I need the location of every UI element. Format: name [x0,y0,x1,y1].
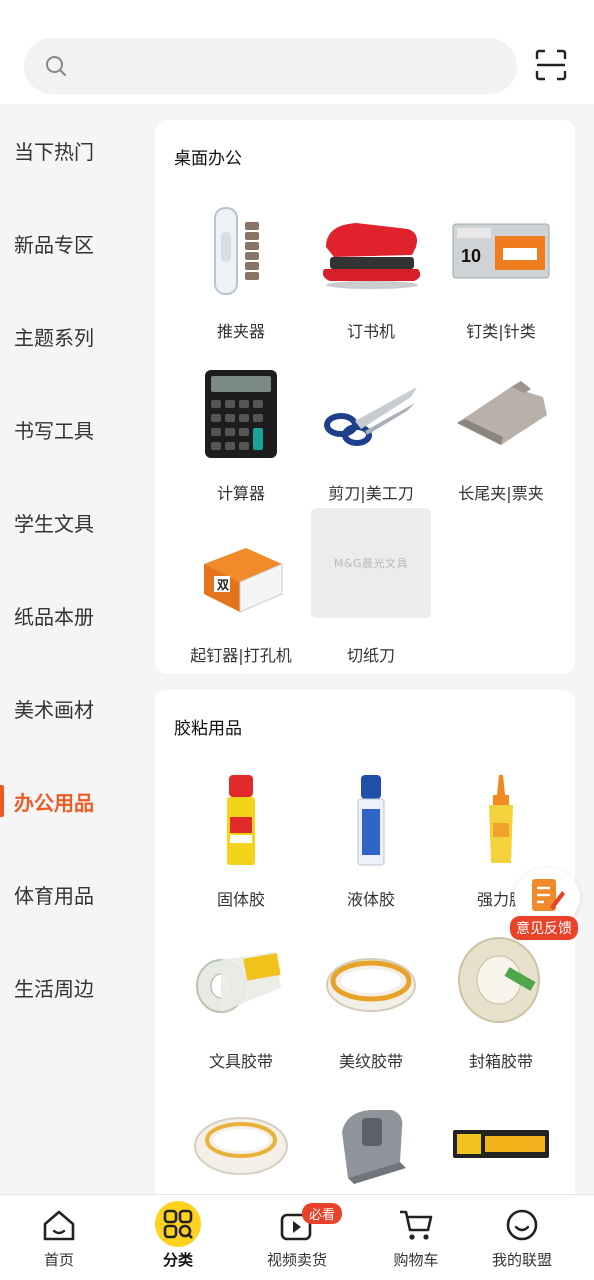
category-sidebar: 当下热门 新品专区 主题系列 书写工具 学生文具 纸品本册 美术画材 办公用品 … [0,104,140,1194]
feedback-label: 意见反馈 [510,916,578,940]
header [0,0,594,104]
search-icon [46,56,66,76]
smile-icon [504,1207,540,1243]
category-item-label: 长尾夹|票夹 [458,484,544,503]
nav-label: 我的联盟 [491,1251,552,1269]
category-item[interactable]: 订书机 [301,196,431,356]
category-item[interactable]: 剪刀|美工刀 [301,358,431,518]
category-item[interactable]: 计算器 [171,358,301,518]
cart-icon [398,1207,434,1243]
category-item-label: 切纸刀 [346,646,395,665]
sidebar-item-theme[interactable]: 主题系列 [0,306,140,366]
svg-text:双: 双 [217,578,229,592]
packing-tape-icon [441,926,561,1038]
must-see-badge: 必看 [302,1203,343,1224]
category-item-label: 推夹器 [216,322,265,341]
category-item[interactable]: 液体胶 [301,764,431,924]
nav-label: 购物车 [393,1251,439,1269]
feedback-button[interactable]: 意见反馈 [508,868,586,940]
stapler-icon [311,196,431,308]
super-glue-icon [441,764,561,876]
double-sided-tape-icon [181,1088,301,1200]
category-item-label: 钉类|针类 [466,322,536,341]
category-item-label: 封箱胶带 [468,1052,533,1071]
bottom-navigation: 首页 分类 视频卖货 必看 购物车 我的联盟 [0,1194,594,1280]
home-icon [41,1207,77,1243]
nav-category[interactable]: 分类 [123,1195,233,1280]
placeholder-watermark: M&G晨光文具 [333,557,409,570]
masking-tape-icon [311,926,431,1038]
sidebar-item-writing[interactable]: 书写工具 [0,399,140,459]
nav-label: 分类 [162,1251,193,1269]
sidebar-item-life[interactable]: 生活周边 [0,957,140,1017]
scissors-icon [311,358,431,470]
scan-icon[interactable] [534,48,568,82]
tape-dispenser-icon [311,1088,431,1200]
category-item[interactable]: 美纹胶带 [301,926,431,1086]
search-input[interactable] [24,38,517,94]
section-desk-office: 桌面办公 推夹器 订书机 10 钉类|针类 计算器 剪刀|美工刀 长尾夹|票夹 … [155,120,575,674]
category-item[interactable]: 文具胶带 [171,926,301,1086]
section-title: 桌面办公 [174,149,242,169]
nav-label: 视频卖货 [266,1251,327,1269]
staple-remover-icon: 双 [181,520,301,632]
category-item-label: 美纹胶带 [338,1052,403,1071]
nav-cart[interactable]: 购物车 [361,1195,471,1280]
sidebar-item-paper[interactable]: 纸品本册 [0,585,140,645]
category-item[interactable] [301,1088,431,1210]
placeholder-image: M&G晨光文具 [311,508,431,618]
liquid-glue-icon [311,764,431,876]
category-item-label: 订书机 [346,322,395,341]
category-item[interactable] [431,1088,561,1210]
category-item-label: 液体胶 [346,890,395,909]
sidebar-item-sports[interactable]: 体育用品 [0,864,140,924]
category-item[interactable]: 10 钉类|针类 [431,196,561,356]
push-clip-icon [181,196,301,308]
calculator-icon [181,358,301,470]
nav-home[interactable]: 首页 [4,1195,114,1280]
sidebar-item-student[interactable]: 学生文具 [0,492,140,552]
category-item[interactable]: 封箱胶带 [431,926,561,1086]
paper-cutter-placeholder: M&G晨光文具 [311,507,431,619]
sidebar-item-office[interactable]: 办公用品 [0,771,140,831]
section-adhesives: 胶粘用品 固体胶 液体胶 强力胶 文具胶带 美纹胶带 封箱胶带 [155,690,575,1210]
nav-label: 首页 [43,1251,74,1269]
sidebar-item-art[interactable]: 美术画材 [0,678,140,738]
nav-my-alliance[interactable]: 我的联盟 [467,1195,577,1280]
svg-text:10: 10 [461,246,481,266]
category-item-label: 剪刀|美工刀 [328,484,414,503]
category-item-label: 起钉器|打孔机 [190,646,292,665]
category-item-label: 固体胶 [216,890,265,909]
binder-clip-icon [441,358,561,470]
foam-tape-icon [441,1088,561,1200]
sidebar-item-new[interactable]: 新品专区 [0,213,140,273]
category-item-label: 计算器 [216,484,265,503]
category-item[interactable]: 推夹器 [171,196,301,356]
page: 当下热门 新品专区 主题系列 书写工具 学生文具 纸品本册 美术画材 办公用品 … [0,0,594,1280]
category-item[interactable] [171,1088,301,1210]
glue-stick-icon [181,764,301,876]
category-item[interactable]: 双 起钉器|打孔机 [171,520,301,674]
category-item-label: 文具胶带 [208,1052,273,1071]
category-icon [155,1201,201,1247]
category-item[interactable]: M&G晨光文具 切纸刀 [301,507,431,667]
staples-box-icon: 10 [441,196,561,308]
stationery-tape-icon [181,926,301,1038]
category-item[interactable]: 固体胶 [171,764,301,924]
category-item[interactable]: 长尾夹|票夹 [431,358,561,518]
sidebar-item-hot[interactable]: 当下热门 [0,120,140,180]
section-title: 胶粘用品 [174,719,242,739]
